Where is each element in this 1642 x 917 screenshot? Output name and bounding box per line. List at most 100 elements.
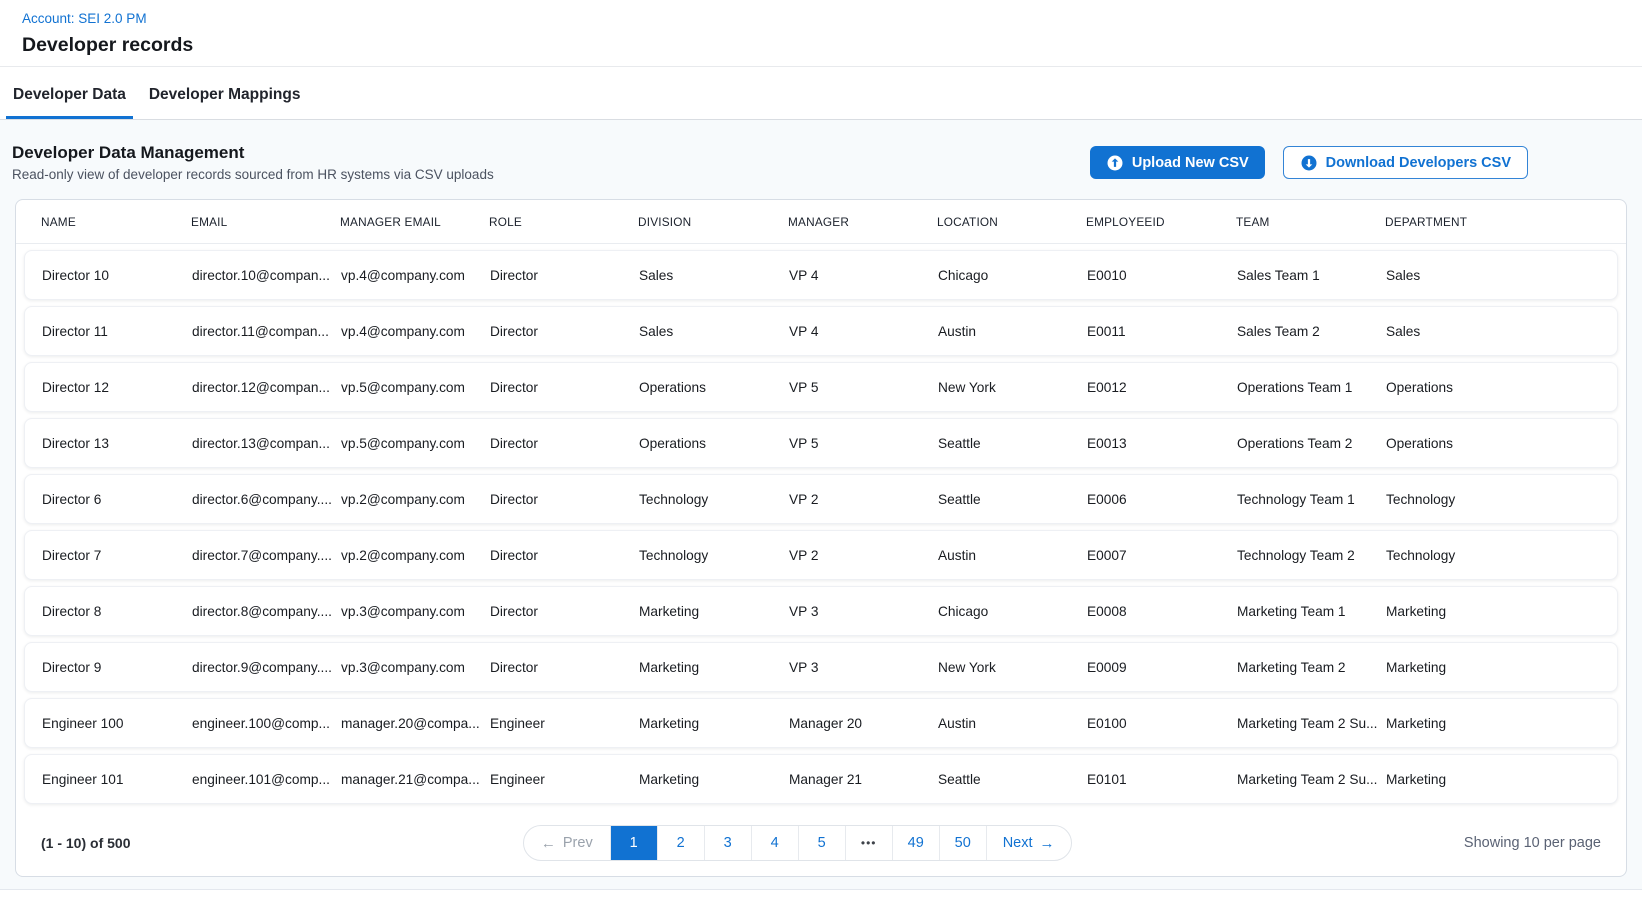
- table-row: Director 9director.9@company....vp.3@com…: [24, 642, 1618, 692]
- tab-label: Developer Mappings: [149, 86, 301, 103]
- table-cell: Operations: [639, 380, 789, 395]
- table-cell: Operations: [1386, 436, 1617, 451]
- table-cell: Director 12: [42, 380, 192, 395]
- table-cell: Chicago: [938, 604, 1087, 619]
- table-cell: Sales: [1386, 324, 1617, 339]
- content-area: Developer Data Management Read-only view…: [0, 120, 1642, 890]
- table-cell: VP 2: [789, 492, 938, 507]
- table-cell: Marketing: [1386, 660, 1617, 675]
- table-cell: Marketing: [639, 660, 789, 675]
- section-header: Developer Data Management Read-only view…: [0, 120, 1642, 199]
- column-header-email: EMAIL: [191, 215, 340, 229]
- table-cell: Engineer 101: [42, 772, 192, 787]
- table-cell: director.6@company....: [192, 492, 341, 507]
- table-cell: Sales: [1386, 268, 1617, 283]
- table-cell: Marketing Team 2 Su...: [1237, 772, 1386, 787]
- table-cell: E0101: [1087, 772, 1237, 787]
- tab-developer-data[interactable]: Developer Data: [6, 86, 133, 119]
- column-header-team: TEAM: [1236, 215, 1385, 229]
- table-cell: Sales: [639, 268, 789, 283]
- pagination-prev-button[interactable]: ← Prev: [524, 826, 610, 860]
- column-header-role: ROLE: [489, 215, 638, 229]
- column-header-employeeid: EMPLOYEEID: [1086, 215, 1236, 229]
- table-cell: VP 5: [789, 380, 938, 395]
- table-cell: Engineer 100: [42, 716, 192, 731]
- table-row: Director 6director.6@company....vp.2@com…: [24, 474, 1618, 524]
- table-row: Director 10director.10@compan...vp.4@com…: [24, 250, 1618, 300]
- page-header: Account: SEI 2.0 PM Developer records: [0, 0, 1642, 67]
- table-cell: Sales: [639, 324, 789, 339]
- pagination: ← Prev 12345•••4950 Next →: [523, 825, 1072, 861]
- section-title: Developer Data Management: [12, 143, 494, 163]
- pagination-page-4[interactable]: 4: [751, 826, 798, 860]
- pagination-page-3[interactable]: 3: [704, 826, 751, 860]
- pagination-page-2[interactable]: 2: [657, 826, 704, 860]
- download-button-label: Download Developers CSV: [1326, 155, 1511, 171]
- next-label: Next: [1003, 835, 1033, 851]
- pagination-next-button[interactable]: Next →: [986, 826, 1071, 860]
- pagination-page-1[interactable]: 1: [610, 826, 657, 860]
- upload-icon: [1106, 154, 1124, 172]
- pagination-page-50[interactable]: 50: [939, 826, 986, 860]
- table-cell: VP 4: [789, 324, 938, 339]
- table-cell: Director: [490, 436, 639, 451]
- table-cell: VP 2: [789, 548, 938, 563]
- tab-developer-mappings[interactable]: Developer Mappings: [142, 86, 308, 119]
- table-cell: director.11@compan...: [192, 324, 341, 339]
- table-cell: Marketing: [639, 604, 789, 619]
- table-cell: Technology Team 2: [1237, 548, 1386, 563]
- table-cell: vp.4@company.com: [341, 268, 490, 283]
- prev-label: Prev: [563, 835, 593, 851]
- table-cell: E0011: [1087, 324, 1237, 339]
- table-card: NAMEEMAILMANAGER EMAILROLEDIVISIONMANAGE…: [15, 199, 1627, 877]
- table-cell: Austin: [938, 716, 1087, 731]
- table-cell: Operations Team 1: [1237, 380, 1386, 395]
- table-cell: director.12@compan...: [192, 380, 341, 395]
- table-cell: E0009: [1087, 660, 1237, 675]
- table-cell: Sales Team 1: [1237, 268, 1386, 283]
- table-cell: Director: [490, 268, 639, 283]
- table-cell: Director: [490, 324, 639, 339]
- table-cell: Marketing Team 2: [1237, 660, 1386, 675]
- table-cell: Chicago: [938, 268, 1087, 283]
- table-cell: Director 6: [42, 492, 192, 507]
- table-cell: Director 8: [42, 604, 192, 619]
- pagination-page-49[interactable]: 49: [892, 826, 939, 860]
- table-cell: vp.4@company.com: [341, 324, 490, 339]
- column-header-manager: MANAGER: [788, 215, 937, 229]
- table-row: Director 12director.12@compan...vp.5@com…: [24, 362, 1618, 412]
- section-subtitle: Read-only view of developer records sour…: [12, 167, 494, 182]
- table-cell: New York: [938, 380, 1087, 395]
- table-cell: Engineer: [490, 716, 639, 731]
- table-cell: manager.21@compa...: [341, 772, 490, 787]
- table-cell: Manager 21: [789, 772, 938, 787]
- table-cell: vp.5@company.com: [341, 380, 490, 395]
- upload-new-csv-button[interactable]: Upload New CSV: [1090, 146, 1265, 179]
- table-cell: Director 11: [42, 324, 192, 339]
- table-cell: Marketing: [1386, 604, 1617, 619]
- table-cell: Engineer: [490, 772, 639, 787]
- table-cell: Austin: [938, 548, 1087, 563]
- table-cell: director.10@compan...: [192, 268, 341, 283]
- table-cell: Marketing: [1386, 772, 1617, 787]
- table-cell: Director 10: [42, 268, 192, 283]
- table-cell: Seattle: [938, 772, 1087, 787]
- table-cell: vp.3@company.com: [341, 660, 490, 675]
- prev-arrow-icon: ←: [541, 836, 556, 851]
- table-cell: VP 4: [789, 268, 938, 283]
- column-header-location: LOCATION: [937, 215, 1086, 229]
- download-developers-csv-button[interactable]: Download Developers CSV: [1283, 146, 1528, 179]
- table-cell: engineer.101@comp...: [192, 772, 341, 787]
- account-link[interactable]: Account: SEI 2.0 PM: [22, 11, 147, 26]
- table-cell: Director: [490, 492, 639, 507]
- results-range-text: (1 - 10) of 500: [41, 835, 130, 851]
- table-cell: Sales Team 2: [1237, 324, 1386, 339]
- table-cell: vp.5@company.com: [341, 436, 490, 451]
- table-cell: Marketing Team 2 Su...: [1237, 716, 1386, 731]
- pagination-page-5[interactable]: 5: [798, 826, 845, 860]
- table-cell: E0008: [1087, 604, 1237, 619]
- table-cell: Technology Team 1: [1237, 492, 1386, 507]
- table-cell: Director 13: [42, 436, 192, 451]
- table-cell: New York: [938, 660, 1087, 675]
- table-cell: Marketing Team 1: [1237, 604, 1386, 619]
